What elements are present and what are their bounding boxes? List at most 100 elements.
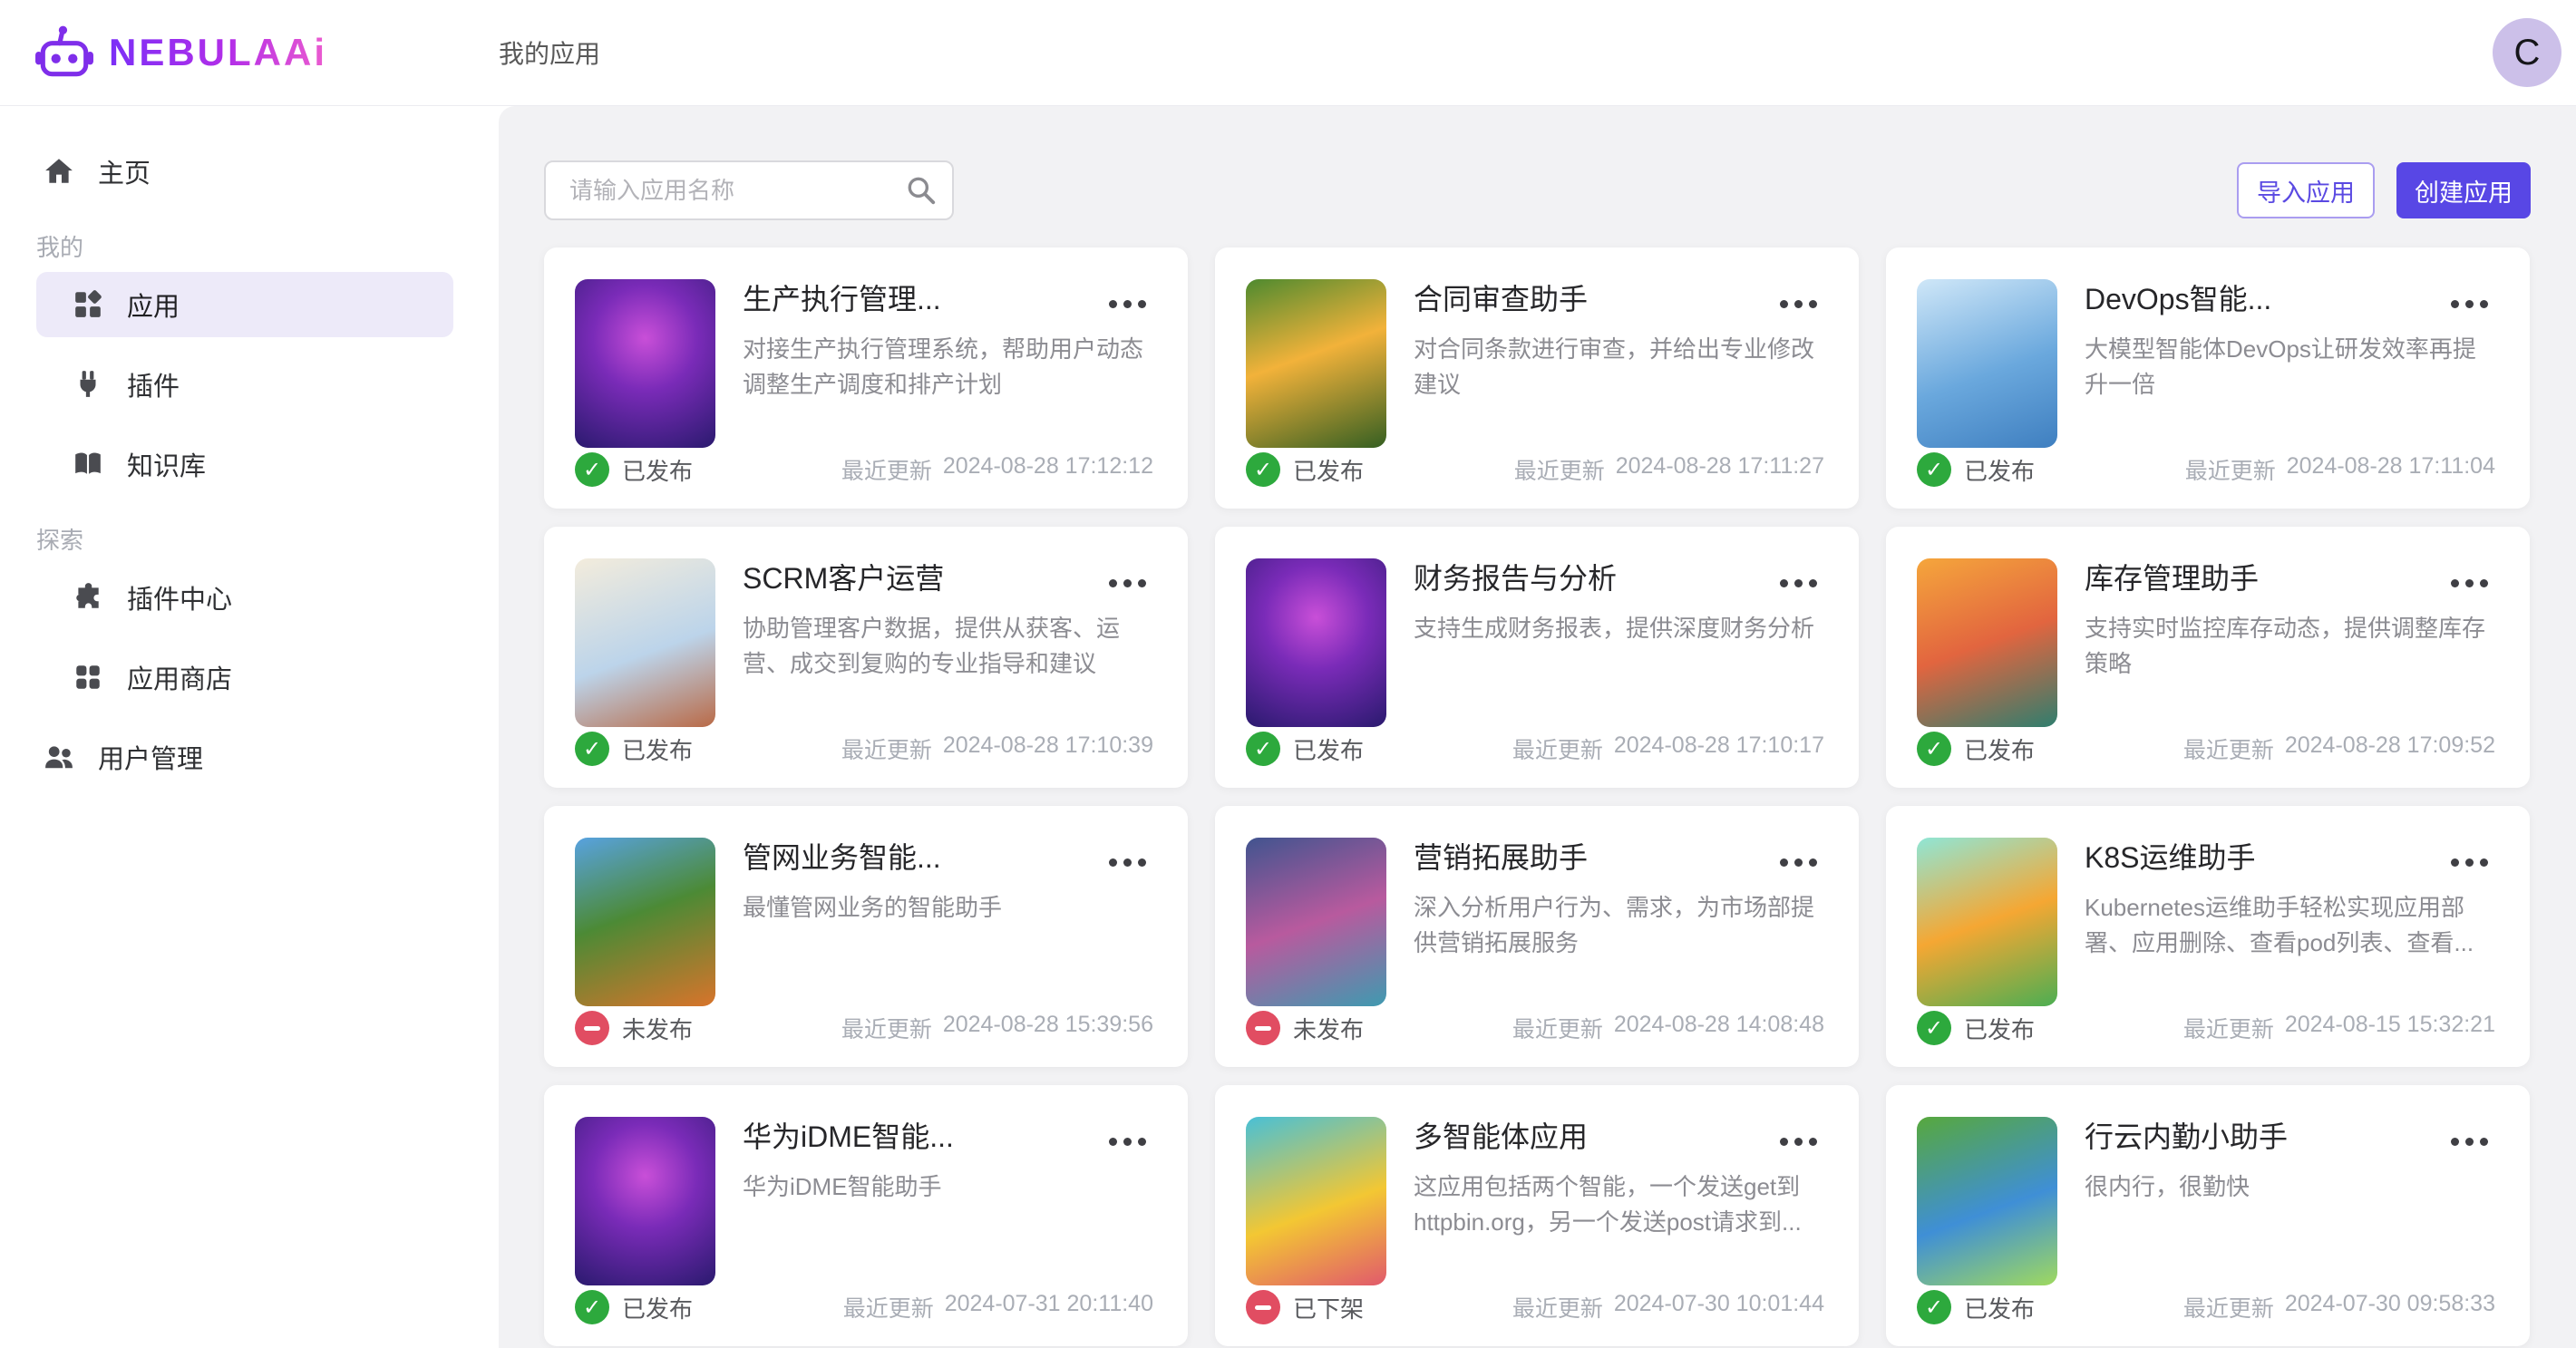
create-app-button[interactable]: 创建应用 [2396,162,2531,218]
apps-icon [73,289,103,320]
dot-icon [1794,1138,1803,1146]
more-actions-button[interactable] [1774,1132,1823,1151]
more-actions-button[interactable] [1774,295,1823,314]
sidebar: 主页 我的 应用 插件 知识库 探索 插件中心 [0,106,499,1348]
app-description: 华为iDME智能助手 [743,1169,1153,1205]
updated-label: 最近更新 [2183,1291,2274,1324]
status-label: 已发布 [622,1291,693,1324]
updated-time: 2024-08-28 15:39:56 [943,1012,1153,1044]
search-icon[interactable] [905,174,938,207]
import-app-button[interactable]: 导入应用 [2237,162,2375,218]
sidebar-item-label: 应用商店 [127,658,232,696]
main-content: 导入应用 创建应用 生产执行管理... 对接生产执行管理系统，帮助用户动态调整生… [499,106,2576,1348]
status-icon [575,732,609,766]
updated-time: 2024-08-28 17:11:27 [1616,453,1824,486]
sidebar-item-plugin-center[interactable]: 插件中心 [0,565,499,630]
dot-icon [1109,858,1117,867]
app-card-footer: 已发布 最近更新 2024-08-28 17:09:52 [1917,732,2495,766]
status-label: 已发布 [1964,1012,2035,1045]
app-card-footer: 已发布 最近更新 2024-07-31 20:11:40 [575,1290,1153,1324]
search-input[interactable] [544,160,954,220]
status-label: 已下架 [1293,1291,1364,1324]
app-description: 协助管理客户数据，提供从获客、运营、成交到复购的专业指导和建议 [743,611,1153,682]
app-card[interactable]: K8S运维助手 Kubernetes运维助手轻松实现应用部署、应用删除、查看po… [1886,806,2530,1067]
app-description: 大模型智能体DevOps让研发效率再提升一倍 [2085,332,2495,402]
app-card-footer: 已发布 最近更新 2024-08-28 17:10:39 [575,732,1153,766]
app-title: 财务报告与分析 [1414,560,1824,596]
app-card[interactable]: 行云内勤小助手 很内行，很勤快 已发布 最近更新 2024-07-30 09:5… [1886,1085,2530,1346]
more-actions-button[interactable] [1103,574,1152,593]
page-title: 我的应用 [499,34,600,71]
dot-icon [1138,300,1146,308]
updated-label: 最近更新 [841,1012,932,1044]
app-card[interactable]: 库存管理助手 支持实时监控库存动态，提供调整库存策略 已发布 最近更新 2024… [1886,527,2530,788]
status-badge: 已发布 [1246,452,1364,487]
more-actions-button[interactable] [1103,853,1152,872]
app-title: DevOps智能... [2085,281,2495,317]
dot-icon [2480,1138,2488,1146]
app-card[interactable]: 营销拓展助手 深入分析用户行为、需求，为市场部提供营销拓展服务 未发布 最近更新… [1215,806,1859,1067]
dot-icon [1138,858,1146,867]
dot-icon [2465,1138,2474,1146]
status-label: 已发布 [622,453,693,487]
status-label: 已发布 [1293,453,1364,487]
more-actions-button[interactable] [1774,853,1823,872]
status-badge: 已发布 [1917,452,2035,487]
dot-icon [1123,579,1132,587]
home-icon [44,156,74,187]
app-card[interactable]: 多智能体应用 这应用包括两个智能，一个发送get到httpbin.org，另一个… [1215,1085,1859,1346]
app-card[interactable]: DevOps智能... 大模型智能体DevOps让研发效率再提升一倍 已发布 最… [1886,247,2530,509]
app-thumbnail [1246,1117,1386,1285]
app-title: 生产执行管理... [743,281,1153,317]
dot-icon [2465,300,2474,308]
more-actions-button[interactable] [2445,1132,2493,1151]
app-card[interactable]: 管网业务智能... 最懂管网业务的智能助手 未发布 最近更新 2024-08-2… [544,806,1188,1067]
more-actions-button[interactable] [2445,574,2493,593]
user-avatar[interactable]: C [2493,18,2561,87]
more-actions-button[interactable] [1774,574,1823,593]
more-actions-button[interactable] [2445,853,2493,872]
status-icon [1917,452,1951,487]
app-title: 合同审查助手 [1414,281,1824,317]
app-card[interactable]: 生产执行管理... 对接生产执行管理系统，帮助用户动态调整生产调度和排产计划 已… [544,247,1188,509]
updated-time: 2024-08-28 17:10:39 [943,732,1153,765]
app-card[interactable]: 华为iDME智能... 华为iDME智能助手 已发布 最近更新 2024-07-… [544,1085,1188,1346]
app-card-footer: 未发布 最近更新 2024-08-28 15:39:56 [575,1011,1153,1045]
last-updated: 最近更新 2024-08-28 17:10:39 [841,732,1153,765]
sidebar-item-label: 应用 [127,286,180,324]
dot-icon [1794,579,1803,587]
updated-time: 2024-07-31 20:11:40 [945,1291,1153,1324]
sidebar-item-knowledge[interactable]: 知识库 [0,432,499,497]
more-actions-button[interactable] [1103,295,1152,314]
sidebar-item-apps[interactable]: 应用 [36,272,453,337]
more-actions-button[interactable] [2445,295,2493,314]
app-card-footer: 已下架 最近更新 2024-07-30 10:01:44 [1246,1290,1824,1324]
updated-time: 2024-08-15 15:32:21 [2285,1012,2495,1044]
app-title: 营销拓展助手 [1414,839,1824,876]
sidebar-item-home[interactable]: 主页 [0,139,499,204]
app-card[interactable]: SCRM客户运营 协助管理客户数据，提供从获客、运营、成交到复购的专业指导和建议… [544,527,1188,788]
updated-label: 最近更新 [841,453,932,486]
dot-icon [2465,858,2474,867]
sidebar-item-app-store[interactable]: 应用商店 [0,645,499,710]
app-thumbnail [575,279,715,448]
dot-icon [2451,1138,2459,1146]
status-label: 已发布 [1293,732,1364,766]
dot-icon [1109,579,1117,587]
updated-time: 2024-08-28 17:11:04 [2287,453,2495,486]
updated-time: 2024-08-28 17:12:12 [943,453,1153,486]
dot-icon [1123,858,1132,867]
updated-label: 最近更新 [2185,453,2276,486]
app-thumbnail [1246,279,1386,448]
status-label: 已发布 [1964,1291,2035,1324]
book-icon [73,449,103,480]
app-card-footer: 已发布 最近更新 2024-08-28 17:11:27 [1246,452,1824,487]
sidebar-item-user-management[interactable]: 用户管理 [0,724,499,790]
app-description: 这应用包括两个智能，一个发送get到httpbin.org，另一个发送post请… [1414,1169,1824,1240]
status-label: 未发布 [622,1012,693,1045]
more-actions-button[interactable] [1103,1132,1152,1151]
app-card[interactable]: 财务报告与分析 支持生成财务报表，提供深度财务分析 已发布 最近更新 2024-… [1215,527,1859,788]
app-title: 库存管理助手 [2085,560,2495,596]
app-card[interactable]: 合同审查助手 对合同条款进行审查，并给出专业修改建议 已发布 最近更新 2024… [1215,247,1859,509]
sidebar-item-plugins[interactable]: 插件 [0,352,499,417]
